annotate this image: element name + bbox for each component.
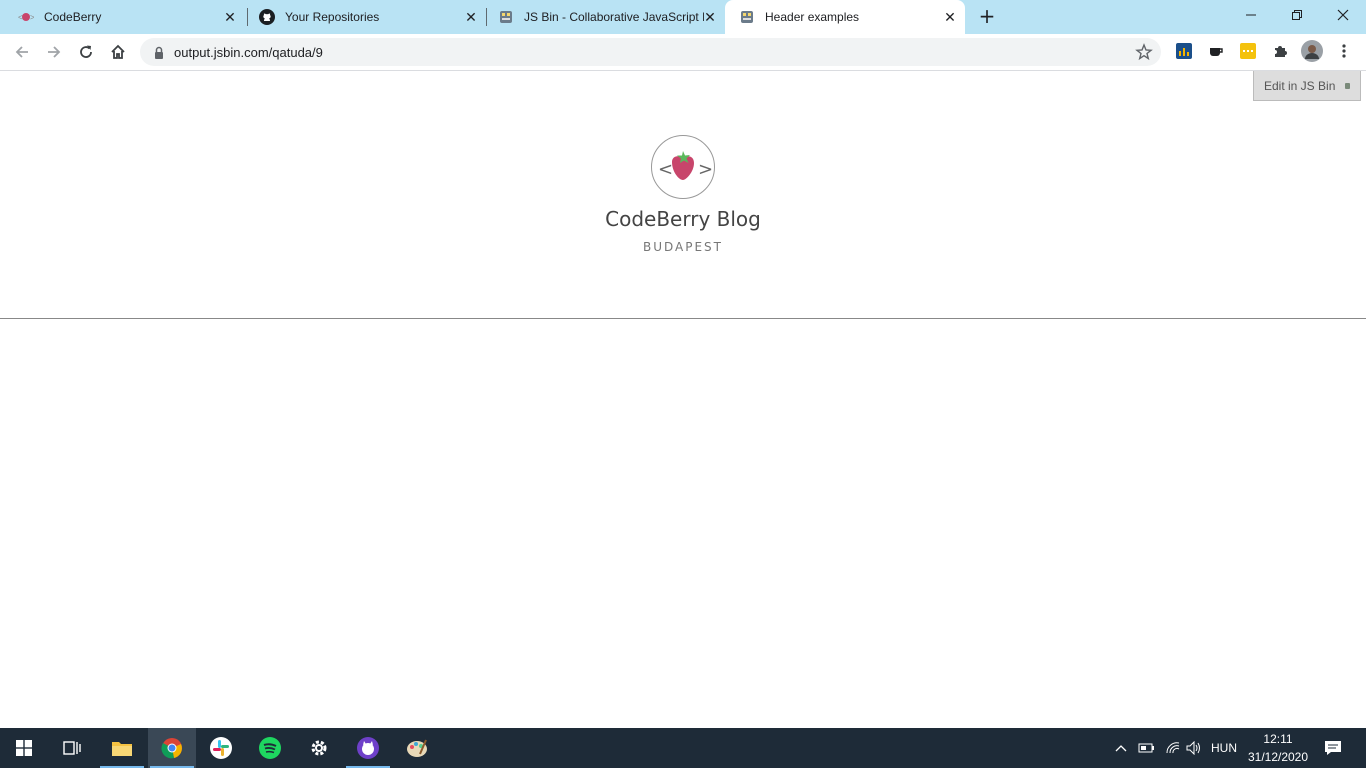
github-icon (259, 9, 275, 25)
close-tab-icon[interactable]: ✕ (703, 10, 717, 24)
extensions-puzzle-icon[interactable] (1270, 41, 1290, 61)
url-text[interactable]: output.jsbin.com/qatuda/9 (174, 45, 323, 60)
tab-header-examples[interactable]: Header examples ✕ (725, 0, 965, 34)
tab-title: Header examples (765, 10, 860, 24)
close-window-icon[interactable] (1320, 0, 1366, 30)
github-desktop-icon[interactable] (344, 728, 392, 768)
page-viewport: Edit in JS Bin < > CodeBerry Blog BUDAPE… (0, 71, 1366, 728)
chrome-icon[interactable] (148, 728, 196, 768)
jsbin-icon (498, 9, 514, 25)
jsbin-mini-icon (1345, 83, 1350, 89)
header-divider (0, 318, 1366, 319)
new-tab-button[interactable]: + (976, 6, 998, 28)
clock-date: 31/12/2020 (1247, 750, 1309, 764)
task-view-icon[interactable] (48, 728, 96, 768)
edit-in-jsbin-button[interactable]: Edit in JS Bin (1253, 71, 1361, 101)
file-explorer-icon[interactable] (98, 728, 146, 768)
back-icon[interactable] (10, 40, 34, 64)
spotify-icon[interactable] (246, 728, 294, 768)
tab-jsbin[interactable]: JS Bin - Collaborative JavaScript D ✕ (480, 0, 725, 34)
lock-icon[interactable] (153, 45, 165, 64)
svg-text:>: > (30, 13, 34, 22)
forward-icon[interactable] (42, 40, 66, 64)
tab-title: JS Bin - Collaborative JavaScript D (524, 10, 704, 24)
codeberry-logo: < > (651, 135, 715, 199)
tab-title: CodeBerry (44, 10, 102, 24)
tab-title: Your Repositories (285, 10, 380, 24)
tab-repositories[interactable]: Your Repositories ✕ (241, 0, 486, 34)
input-language[interactable]: HUN (1211, 728, 1237, 768)
jsbin-icon (739, 9, 755, 25)
tab-codeberry[interactable]: < > CodeBerry ✕ (0, 0, 245, 34)
bookmark-star-icon[interactable] (1135, 43, 1153, 65)
home-icon[interactable] (106, 40, 130, 64)
clock[interactable]: 12:11 31/12/2020 (1244, 730, 1312, 766)
tab-strip: < > CodeBerry ✕ Your Repositories ✕ JS Bi… (0, 0, 1366, 34)
slack-icon[interactable] (197, 728, 245, 768)
restore-icon[interactable] (1274, 0, 1320, 30)
windows-taskbar: HUN 12:11 31/12/2020 (0, 728, 1366, 768)
profile-avatar[interactable] (1301, 40, 1323, 62)
notes-extension-icon[interactable] (1238, 41, 1258, 61)
menu-kebab-icon[interactable] (1334, 41, 1354, 61)
settings-gear-icon[interactable] (295, 728, 343, 768)
svg-text:<: < (658, 159, 673, 180)
wifi-icon[interactable] (1165, 728, 1181, 768)
svg-text:>: > (698, 159, 713, 180)
notifications-icon[interactable] (1324, 728, 1342, 768)
codeberry-icon: < > (18, 9, 34, 25)
analytics-extension-icon[interactable] (1174, 41, 1194, 61)
browser-toolbar: output.jsbin.com/qatuda/9 (0, 34, 1366, 71)
coffee-extension-icon[interactable] (1206, 41, 1226, 61)
windows-start-icon[interactable] (0, 728, 48, 768)
blog-title: CodeBerry Blog (605, 207, 761, 231)
close-tab-icon[interactable]: ✕ (464, 10, 478, 24)
volume-icon[interactable] (1186, 728, 1202, 768)
close-tab-icon[interactable]: ✕ (943, 10, 957, 24)
minimize-icon[interactable] (1228, 0, 1274, 30)
show-hidden-icons[interactable] (1114, 728, 1128, 768)
paint-palette-icon[interactable] (393, 728, 441, 768)
reload-icon[interactable] (74, 40, 98, 64)
close-tab-icon[interactable]: ✕ (223, 10, 237, 24)
blog-location: BUDAPEST (642, 240, 724, 254)
edit-in-jsbin-label: Edit in JS Bin (1264, 78, 1336, 93)
address-bar[interactable]: output.jsbin.com/qatuda/9 (140, 38, 1161, 66)
svg-text:<: < (18, 13, 23, 22)
clock-time: 12:11 (1263, 732, 1293, 746)
battery-icon[interactable] (1138, 728, 1156, 768)
